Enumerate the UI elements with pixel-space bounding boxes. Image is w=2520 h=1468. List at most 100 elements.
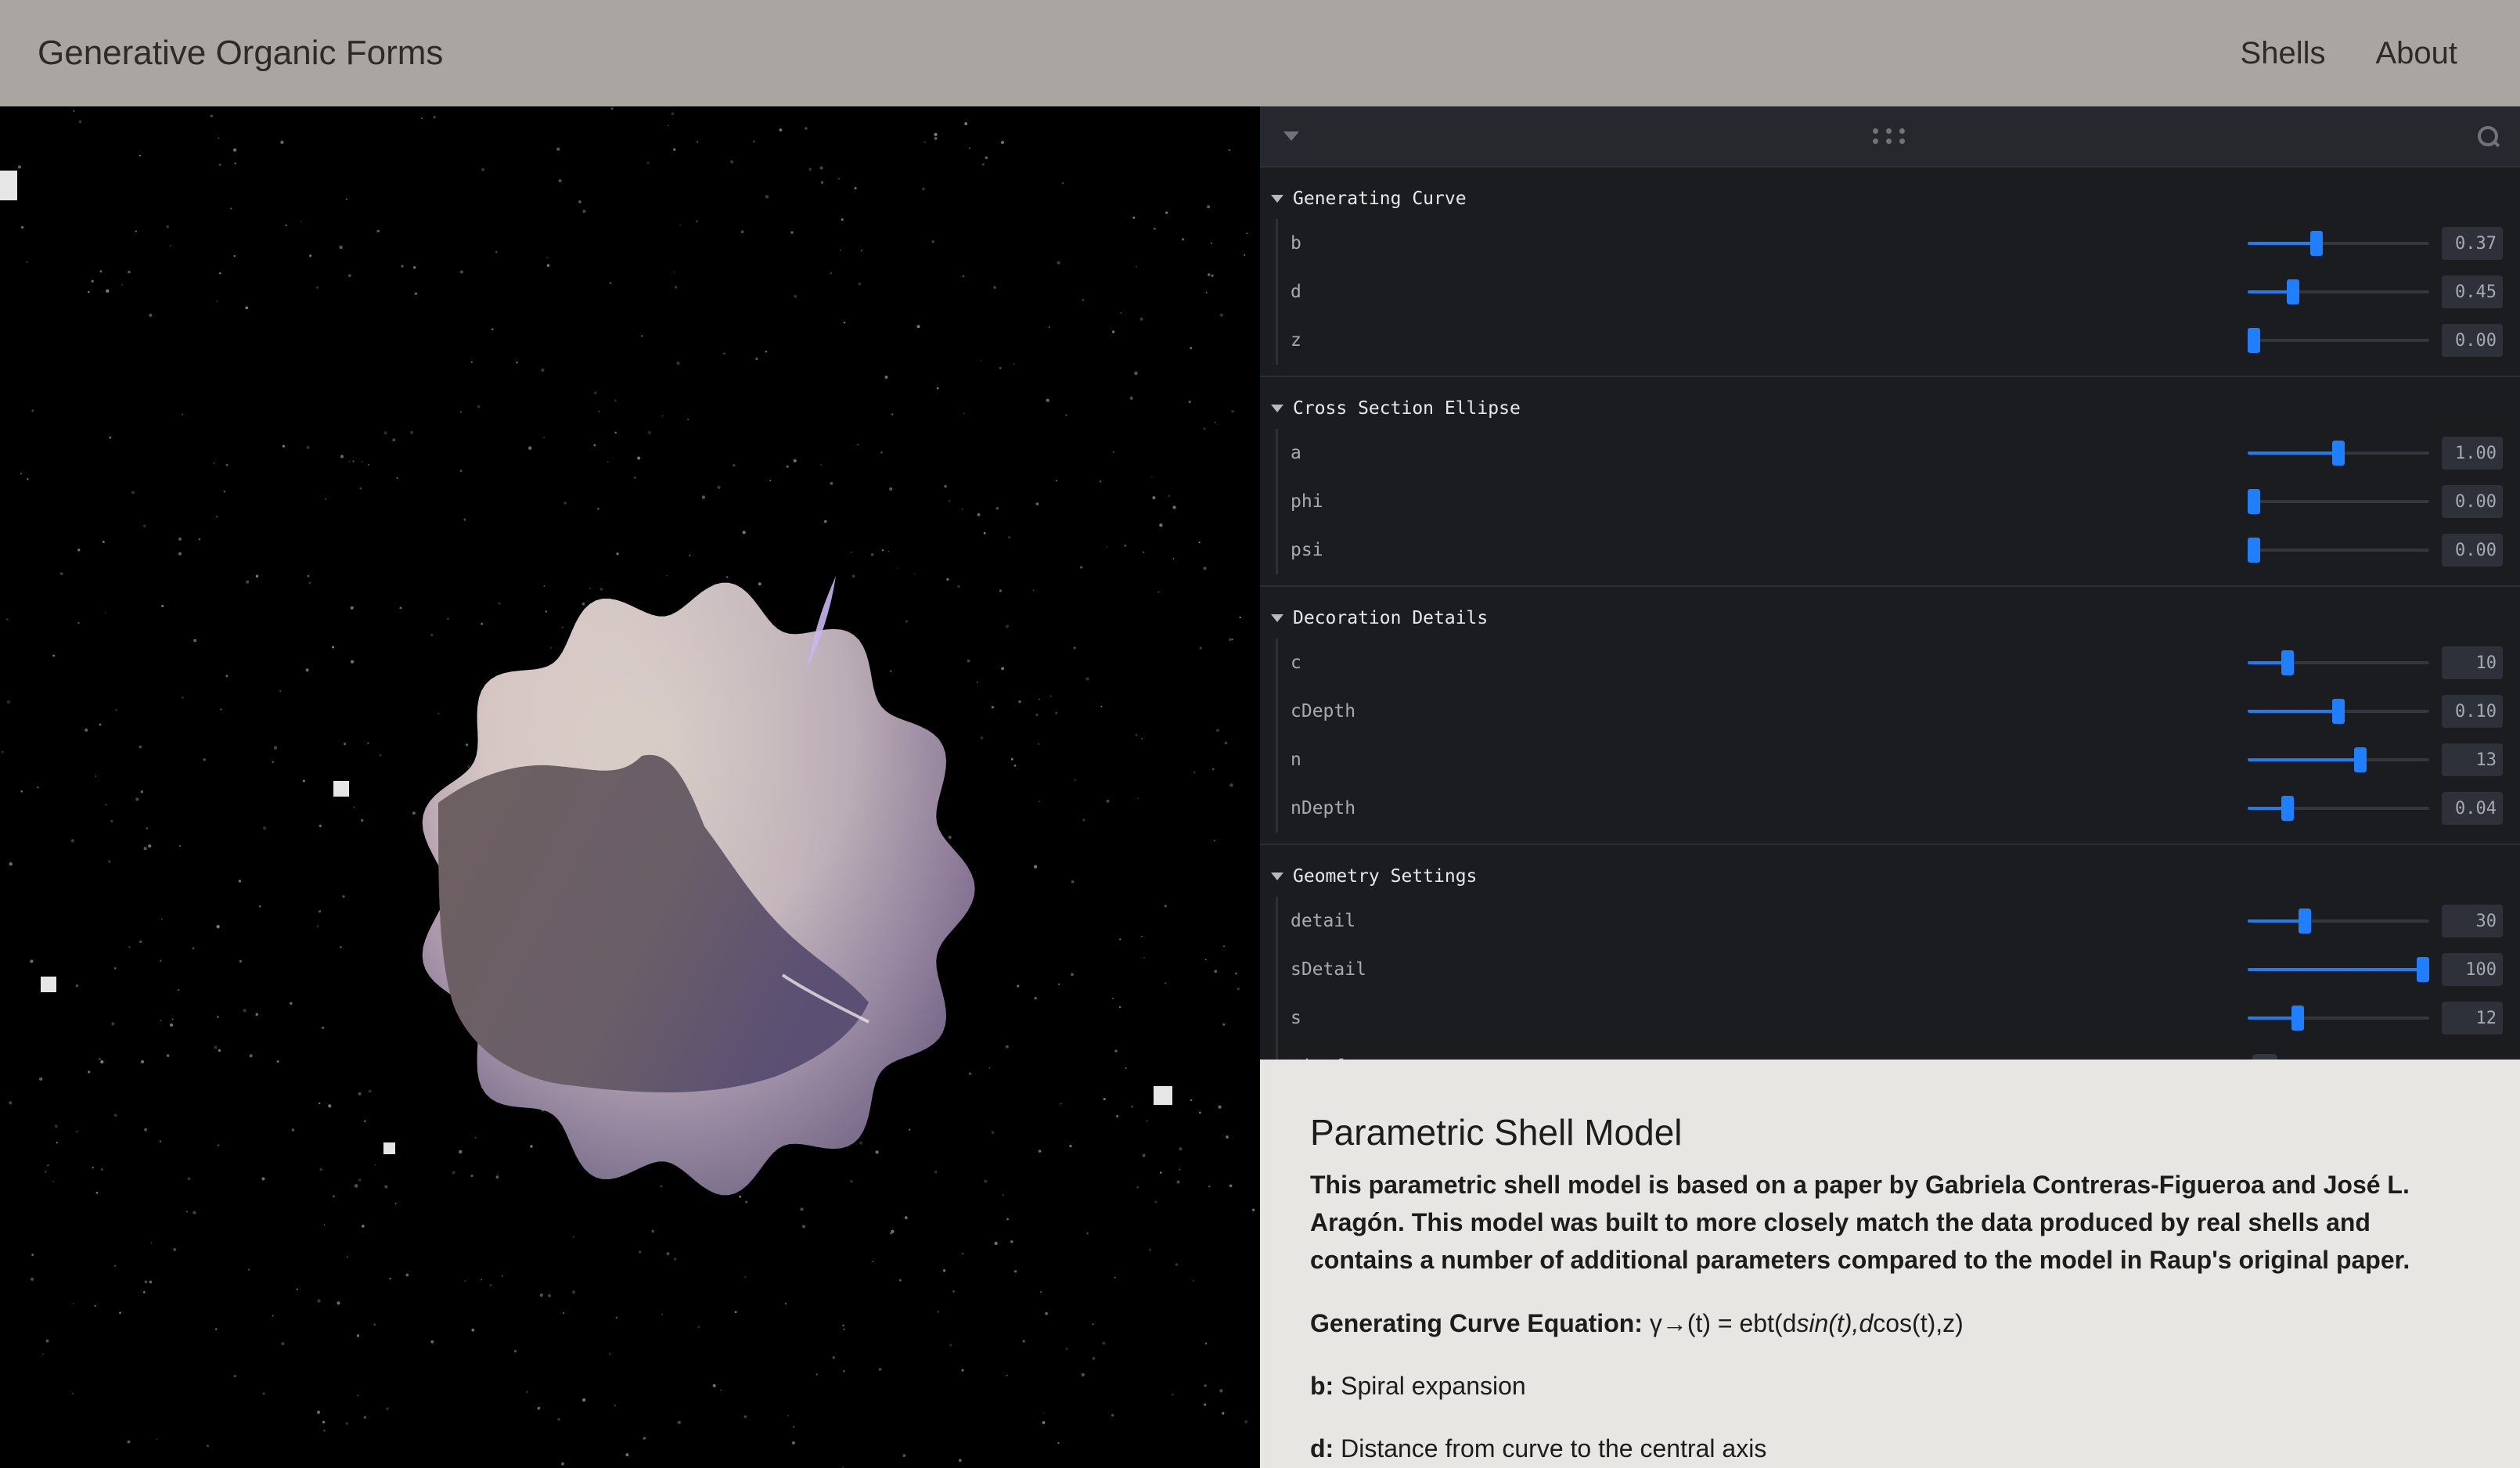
star [597,507,599,510]
star [315,286,319,290]
star [561,626,563,629]
3d-viewport-canvas[interactable] [0,106,1260,1468]
param-slider[interactable] [2248,1002,2429,1034]
star [111,1022,115,1026]
star [1055,711,1058,714]
star [1006,1218,1009,1221]
param-slider[interactable] [2248,647,2429,678]
param-value-input[interactable]: 100 [2442,953,2503,986]
param-slider[interactable] [2248,696,2429,727]
param-value-input[interactable]: 0.10 [2442,695,2503,728]
star [1081,1373,1085,1376]
star [889,487,893,491]
star [495,250,498,254]
star [948,835,952,840]
slider-track[interactable] [2248,500,2429,503]
star [21,225,24,229]
scene-particle [0,171,17,200]
param-slider[interactable] [2248,744,2429,775]
slider-thumb[interactable] [2354,747,2367,772]
star [412,811,416,815]
param-slider[interactable] [2248,954,2429,985]
folder-title[interactable]: Cross Section Ellipse [1260,388,2520,429]
star [362,1225,365,1228]
param-value-input[interactable]: 0.04 [2442,792,2503,825]
star [1111,330,1115,333]
star [76,1131,78,1133]
star [339,945,342,949]
param-value-input[interactable]: 0.37 [2442,227,2503,260]
star [225,675,229,678]
star [169,245,172,247]
star [1005,1045,1009,1049]
folder-title[interactable]: Generating Curve [1260,178,2520,219]
wireframe-checkbox[interactable] [2252,1054,2277,1060]
caret-down-icon [1271,405,1283,412]
slider-thumb[interactable] [2248,328,2260,353]
star [1135,733,1138,736]
star [187,1177,191,1181]
star [1193,771,1196,774]
star [958,1459,962,1463]
star [356,1334,360,1337]
star [213,462,215,464]
slider-thumb[interactable] [2281,796,2295,821]
folder-title[interactable]: Decoration Details [1260,598,2520,639]
star [233,1374,236,1378]
star [1190,1099,1193,1102]
param-slider[interactable] [2248,228,2429,259]
param-label: c [1291,653,1301,673]
star [481,167,485,171]
slider-thumb[interactable] [2291,1006,2305,1031]
slider-thumb[interactable] [2281,650,2295,675]
param-row: phi 0.00 [1278,477,2520,526]
folder-title[interactable]: Geometry Settings [1260,856,2520,897]
nav-link-shells[interactable]: Shells [2241,36,2326,71]
slider-thumb[interactable] [2309,231,2323,256]
scene-particle [41,977,56,992]
star [459,470,463,473]
param-slider[interactable] [2248,486,2429,517]
star [354,1184,358,1188]
param-slider[interactable] [2248,534,2429,566]
star [1082,298,1085,302]
param-row: n 13 [1278,736,2520,784]
drag-handle-icon[interactable] [1872,128,1905,144]
param-slider[interactable] [2248,437,2429,469]
param-value-input[interactable]: 1.00 [2442,437,2503,470]
slider-thumb[interactable] [2298,909,2311,934]
star [1017,984,1020,988]
slider-thumb[interactable] [2248,489,2260,514]
slider-thumb[interactable] [2286,279,2299,304]
slider-track[interactable] [2248,549,2429,552]
collapse-panel-icon[interactable] [1283,131,1299,141]
slider-track[interactable] [2248,339,2429,342]
slider-thumb[interactable] [2332,699,2345,724]
param-value-input[interactable]: 30 [2442,905,2503,937]
star [496,1174,499,1176]
star [149,313,153,317]
star [1038,698,1041,700]
param-slider[interactable] [2248,276,2429,308]
param-value-input[interactable]: 13 [2442,743,2503,776]
star [447,617,449,621]
param-value-input[interactable]: 10 [2442,646,2503,679]
param-value-input[interactable]: 12 [2442,1002,2503,1034]
star [1142,1153,1146,1157]
param-slider[interactable] [2248,325,2429,356]
search-icon[interactable] [2478,126,2498,146]
param-value-input[interactable]: 0.00 [2442,485,2503,518]
param-value-input[interactable]: 0.45 [2442,275,2503,308]
param-slider[interactable] [2248,793,2429,824]
star [45,1171,47,1173]
star [790,231,794,234]
param-slider[interactable] [2248,905,2429,937]
slider-thumb[interactable] [2248,538,2260,563]
param-value-input[interactable]: 0.00 [2442,324,2503,357]
slider-thumb[interactable] [2417,957,2429,982]
nav-link-about[interactable]: About [2375,36,2457,71]
site-title[interactable]: Generative Organic Forms [38,34,443,73]
param-value-input[interactable]: 0.00 [2442,534,2503,567]
star [884,376,888,379]
slider-thumb[interactable] [2332,441,2345,466]
